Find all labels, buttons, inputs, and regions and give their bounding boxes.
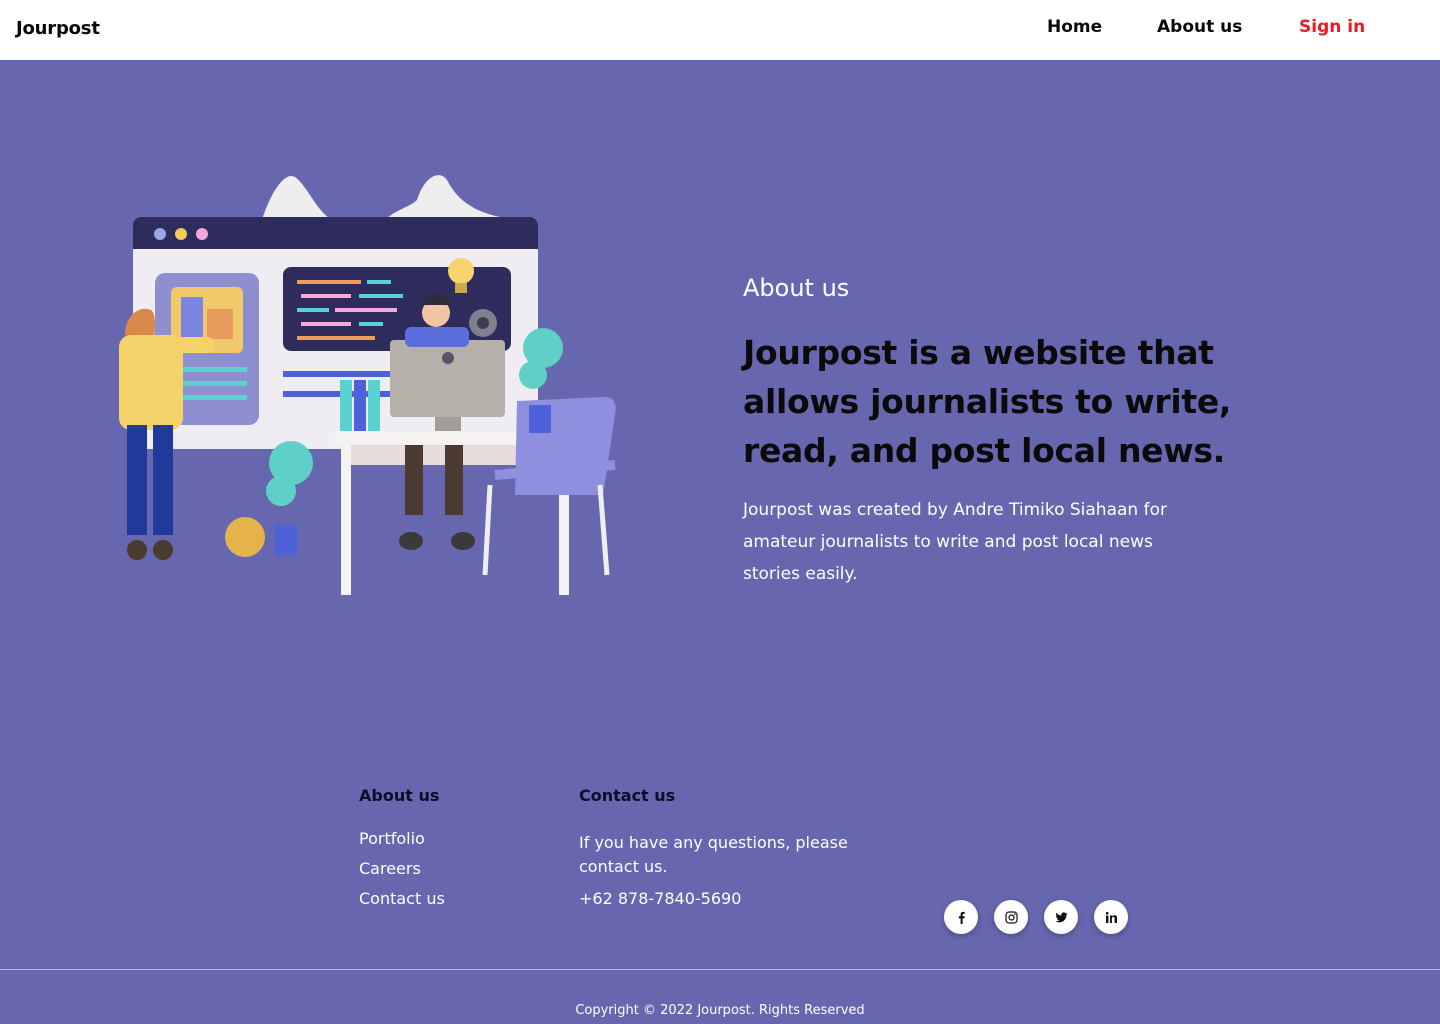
brand-logo[interactable]: Jourpost xyxy=(16,18,100,39)
footer-link-portfolio[interactable]: Portfolio xyxy=(359,829,425,848)
nav-about-link[interactable]: About us xyxy=(1157,17,1242,37)
twitter-icon xyxy=(1055,911,1067,922)
facebook-button[interactable] xyxy=(944,900,978,934)
footer-link-careers[interactable]: Careers xyxy=(359,859,421,878)
footer-contact-text: If you have any questions, please contac… xyxy=(579,833,848,876)
copyright-text: Copyright © 2022 Jourpost. Rights Reserv… xyxy=(575,1003,865,1018)
linkedin-button[interactable] xyxy=(1094,900,1128,934)
footer-divider xyxy=(0,969,1440,970)
instagram-icon xyxy=(1004,910,1018,924)
hero-description: Jourpost was created by Andre Timiko Sia… xyxy=(743,500,1167,584)
footer-about-title: About us xyxy=(359,786,440,805)
footer-contact-phone[interactable]: +62 878-7840-5690 xyxy=(579,889,741,908)
footer-link-contact[interactable]: Contact us xyxy=(359,889,445,908)
facebook-icon xyxy=(958,911,965,924)
linkedin-icon xyxy=(1105,911,1117,923)
nav-home-link[interactable]: Home xyxy=(1047,17,1102,37)
office-workers-illustration xyxy=(119,175,616,595)
nav-signin-link[interactable]: Sign in xyxy=(1299,17,1365,37)
hero-headline: Jourpost is a website that allows journa… xyxy=(743,333,1232,470)
footer-contact-title: Contact us xyxy=(579,786,676,805)
twitter-button[interactable] xyxy=(1044,900,1078,934)
instagram-button[interactable] xyxy=(994,900,1028,934)
top-navbar: Jourpost Home About us Sign in xyxy=(0,0,1440,60)
about-eyebrow: About us xyxy=(743,274,850,302)
